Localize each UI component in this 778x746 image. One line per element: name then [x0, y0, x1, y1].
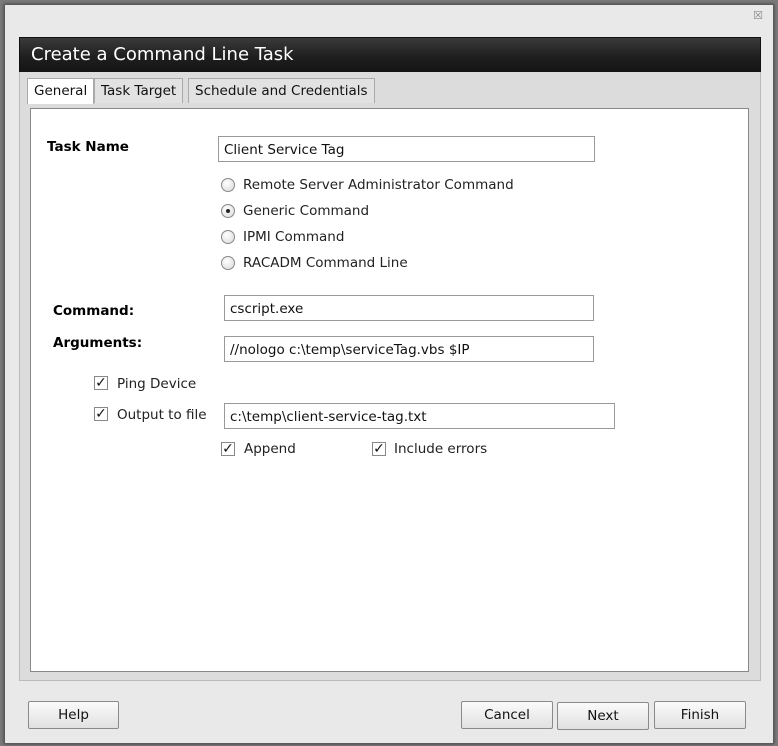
- radio-generic-command[interactable]: [221, 204, 235, 218]
- tab-task-target[interactable]: Task Target: [94, 78, 184, 103]
- create-command-line-task-dialog: ☒ Create a Command Line Task General Tas…: [4, 4, 774, 744]
- general-tab-panel: Task Name Client Service Tag Remote Serv…: [30, 108, 749, 672]
- radio-racadm-command-line[interactable]: [221, 256, 235, 270]
- output-to-file-checkbox[interactable]: ✓: [94, 407, 108, 421]
- arguments-input[interactable]: //nologo c:\temp\serviceTag.vbs $IP: [224, 336, 594, 362]
- radio-label-racadm-command-line: RACADM Command Line: [243, 255, 408, 271]
- dialog-title: Create a Command Line Task: [31, 44, 294, 65]
- radio-label-ipmi-command: IPMI Command: [243, 229, 345, 245]
- tab-strip: General Task Target Schedule and Credent…: [19, 72, 761, 105]
- radio-label-remote-server-administrator-command: Remote Server Administrator Command: [243, 177, 514, 193]
- cancel-button[interactable]: Cancel: [461, 701, 553, 729]
- close-icon[interactable]: ☒: [753, 9, 763, 22]
- arguments-label: Arguments:: [53, 335, 143, 351]
- task-name-label: Task Name: [47, 139, 129, 155]
- ping-device-label: Ping Device: [117, 376, 197, 392]
- radio-ipmi-command[interactable]: [221, 230, 235, 244]
- radio-label-generic-command: Generic Command: [243, 203, 370, 219]
- finish-button[interactable]: Finish: [654, 701, 746, 729]
- next-button[interactable]: Next: [557, 702, 649, 730]
- tab-content-frame: Task Name Client Service Tag Remote Serv…: [19, 104, 761, 681]
- task-name-input[interactable]: Client Service Tag: [218, 136, 595, 162]
- command-label: Command:: [53, 303, 135, 319]
- include-errors-label: Include errors: [394, 441, 488, 457]
- command-input[interactable]: cscript.exe: [224, 295, 594, 321]
- tab-general[interactable]: General: [27, 78, 95, 105]
- dialog-footer: Help Cancel Next Finish: [19, 688, 759, 732]
- append-label: Append: [244, 441, 296, 457]
- help-button[interactable]: Help: [28, 701, 119, 729]
- output-to-file-label: Output to file: [117, 407, 207, 423]
- dialog-titlebar: Create a Command Line Task: [19, 37, 761, 73]
- ping-device-checkbox[interactable]: ✓: [94, 376, 108, 390]
- tab-schedule-and-credentials[interactable]: Schedule and Credentials: [188, 78, 375, 103]
- append-checkbox[interactable]: ✓: [221, 442, 235, 456]
- output-file-input[interactable]: c:\temp\client-service-tag.txt: [224, 403, 615, 429]
- include-errors-checkbox[interactable]: ✓: [372, 442, 386, 456]
- radio-remote-server-administrator-command[interactable]: [221, 178, 235, 192]
